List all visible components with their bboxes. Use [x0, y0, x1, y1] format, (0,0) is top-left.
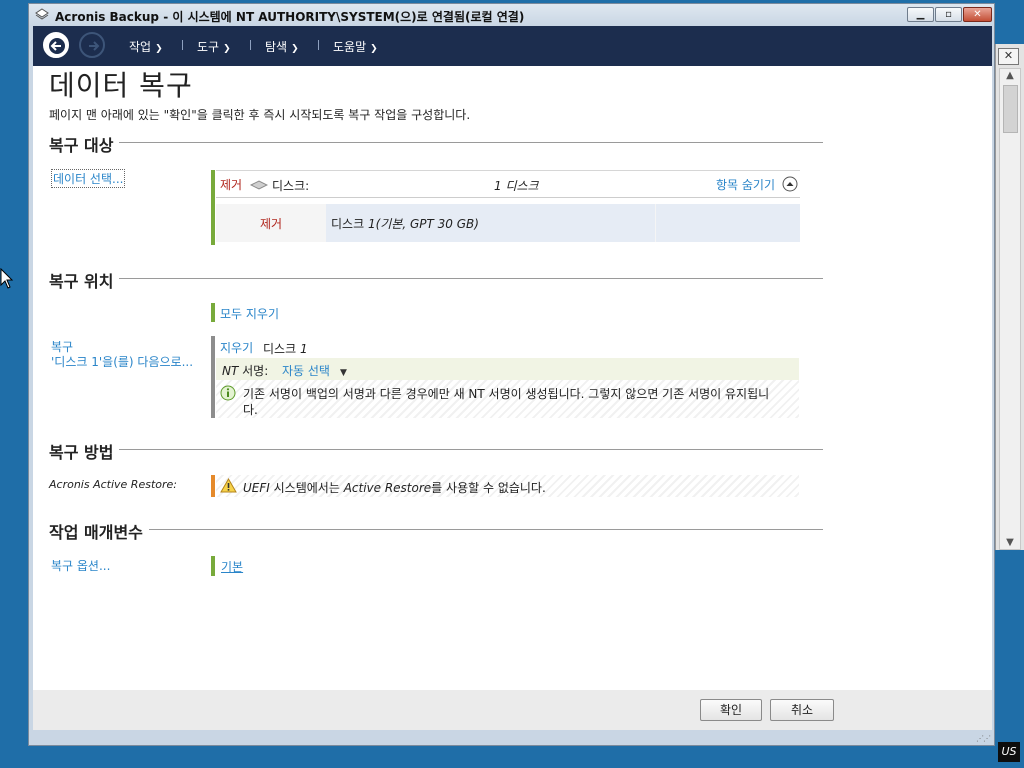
- table-header: 제거 디스크: 1 디스크 항목 숨기기: [216, 170, 800, 198]
- section-heading: 복구 대상: [49, 132, 120, 156]
- divider: [49, 529, 823, 530]
- forward-arrow-icon: [89, 41, 100, 51]
- nt-signature-row: NT 서명: 자동 선택 ▼: [216, 358, 799, 380]
- dropdown-arrow-icon: ▼: [339, 368, 347, 378]
- forward-button[interactable]: [79, 32, 105, 58]
- clear-all-link[interactable]: 모두 지우기: [220, 305, 279, 322]
- scroll-up-icon[interactable]: ▲: [1000, 70, 1020, 81]
- info-icon: [220, 385, 236, 401]
- section-recovery-location: 복구 위치: [49, 268, 823, 292]
- table-cell: 디스크 1(기본, GPT 30 GB): [326, 204, 655, 242]
- chevron-down-icon: ❯: [291, 44, 299, 54]
- background-window: ✕ ▲ ▼: [995, 44, 1024, 550]
- active-restore-warning: UEFI 시스템에서는 Active Restore를 사용할 수 없습니다.: [243, 481, 546, 495]
- close-icon[interactable]: ✕: [998, 48, 1019, 65]
- chevron-down-icon: ❯: [223, 44, 231, 54]
- table-cell: [656, 204, 800, 242]
- page-title: 데이터 복구: [49, 69, 193, 102]
- menu-separator: [318, 40, 319, 50]
- info-text-line1: 기존 서명이 백업의 서명과 다른 경우에만 새 NT 서명이 생성됩니다. 그…: [243, 387, 770, 401]
- page-description: 페이지 맨 아래에 있는 "확인"을 클릭한 후 즉시 시작되도록 복구 작업을…: [49, 108, 471, 122]
- scrollbar[interactable]: ▲ ▼: [999, 68, 1021, 550]
- title-bar: Acronis Backup - 이 시스템에 NT AUTHORITY\SYS…: [29, 4, 994, 26]
- recover-disk-to-link[interactable]: '디스크 1'을(를) 다음으로...: [51, 353, 193, 370]
- hide-items-link[interactable]: 항목 숨기기: [716, 176, 775, 193]
- back-arrow-icon: [49, 38, 65, 54]
- main-window: Acronis Backup - 이 시스템에 NT AUTHORITY\SYS…: [28, 3, 995, 746]
- resize-grip-icon[interactable]: ⋰⋰: [976, 734, 991, 743]
- mouse-cursor-icon: [0, 268, 14, 289]
- maximize-button[interactable]: ▫: [935, 7, 962, 22]
- target-type-label: 디스크:: [272, 179, 310, 193]
- close-button[interactable]: ✕: [963, 7, 992, 22]
- accent-bar: [211, 303, 215, 322]
- window-title: Acronis Backup - 이 시스템에 NT AUTHORITY\SYS…: [55, 10, 525, 24]
- destination-disk: 디스크 1: [263, 342, 308, 356]
- divider: [49, 142, 823, 143]
- nav-bar: 작업 ❯ 도구 ❯ 탐색 ❯ 도움말 ❯: [33, 26, 992, 66]
- chevron-down-icon: ❯: [370, 44, 378, 54]
- accent-bar: [211, 556, 215, 576]
- recovery-options-link[interactable]: 복구 옵션...: [51, 557, 110, 574]
- table-row: 제거 디스크 1(기본, GPT 30 GB): [216, 204, 800, 242]
- divider: [49, 278, 823, 279]
- divider: [49, 449, 823, 450]
- accent-bar: [211, 170, 215, 245]
- section-heading: 작업 매개변수: [49, 519, 149, 543]
- scroll-down-icon[interactable]: ▼: [1000, 537, 1020, 548]
- back-button[interactable]: [43, 32, 69, 58]
- maximize-icon: ▫: [945, 9, 952, 20]
- minimize-icon: ▁: [916, 9, 925, 20]
- menu-separator: [182, 40, 183, 50]
- collapse-up-icon[interactable]: [782, 176, 798, 192]
- remove-all-link[interactable]: 제거: [220, 176, 242, 193]
- ok-button[interactable]: 확인: [700, 699, 762, 721]
- info-text-line2: 다.: [243, 403, 258, 417]
- nt-signature-select[interactable]: 자동 선택 ▼: [282, 362, 347, 379]
- accent-bar: [211, 336, 215, 418]
- cancel-button[interactable]: 취소: [770, 699, 834, 721]
- section-task-parameters: 작업 매개변수: [49, 519, 823, 543]
- footer-bar: 확인 취소: [33, 690, 992, 730]
- scroll-thumb[interactable]: [1003, 85, 1018, 133]
- status-bar: ⋰⋰: [33, 730, 992, 744]
- recovery-target-table: 제거 디스크: 1 디스크 항목 숨기기 제거 디스크 1(기본, GPT 30…: [216, 170, 800, 244]
- disk-item-name: 디스크 1(기본, GPT 30 GB): [331, 217, 479, 231]
- acronis-app-icon: [35, 8, 49, 20]
- nt-signature-label: NT 서명:: [222, 364, 269, 378]
- close-icon: ✕: [973, 9, 982, 20]
- remove-item-link[interactable]: 제거: [260, 215, 282, 232]
- warning-icon: [220, 478, 237, 493]
- minimize-button[interactable]: ▁: [907, 7, 934, 22]
- language-indicator[interactable]: US: [998, 742, 1020, 762]
- menu-separator: [250, 40, 251, 50]
- menu-tools[interactable]: 도구 ❯: [197, 38, 231, 55]
- default-options-link[interactable]: 기본: [221, 558, 243, 575]
- warning-bar: [211, 475, 215, 497]
- menu-task[interactable]: 작업 ❯: [129, 38, 163, 55]
- section-recovery-target: 복구 대상: [49, 132, 823, 156]
- select-data-link[interactable]: 데이터 선택...: [51, 169, 126, 188]
- disk-icon: [250, 180, 268, 190]
- active-restore-label: Acronis Active Restore:: [49, 478, 177, 491]
- clear-link[interactable]: 지우기: [220, 339, 253, 356]
- menu-navigate[interactable]: 탐색 ❯: [265, 38, 299, 55]
- disk-count: 1 디스크: [494, 179, 539, 193]
- chevron-down-icon: ❯: [155, 44, 163, 54]
- menu-help[interactable]: 도움말 ❯: [333, 38, 378, 55]
- content-area: 데이터 복구 페이지 맨 아래에 있는 "확인"을 클릭한 후 즉시 시작되도록…: [33, 66, 992, 690]
- section-recovery-method: 복구 방법: [49, 439, 823, 463]
- section-heading: 복구 방법: [49, 439, 120, 463]
- section-heading: 복구 위치: [49, 268, 120, 292]
